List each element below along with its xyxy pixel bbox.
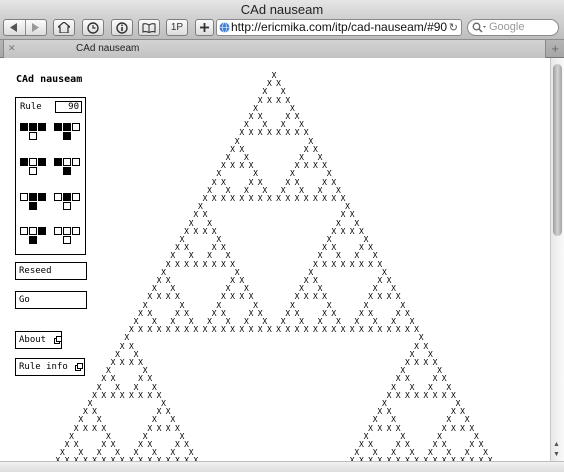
rule-input-cell <box>63 158 71 166</box>
rule-input-cell <box>72 193 80 201</box>
bookmarks-button[interactable] <box>138 19 160 36</box>
go-button[interactable]: Go <box>15 291 87 309</box>
rule-pattern-000[interactable] <box>54 227 82 246</box>
clock-icon <box>87 21 99 34</box>
rule-output-cell <box>63 132 71 140</box>
address-bar[interactable]: http://ericmika.com/itp/cad-nauseam/#90 … <box>216 19 462 36</box>
reseed-label: Reseed <box>19 266 52 276</box>
reseed-button[interactable]: Reseed <box>15 262 87 280</box>
rule-output-cell <box>29 202 37 210</box>
rule-input-cell <box>29 193 37 201</box>
home-icon <box>58 22 70 33</box>
info-button[interactable] <box>111 19 133 36</box>
rule-number-input[interactable]: 90 <box>55 101 82 113</box>
rule-input-cell <box>29 227 37 235</box>
rule-output-cell <box>63 167 71 175</box>
rule-pattern-001[interactable] <box>20 227 48 246</box>
search-field[interactable]: Google <box>467 19 559 36</box>
tab-label: CAd nauseam <box>76 43 140 54</box>
rule-pattern-100[interactable] <box>54 158 82 177</box>
rule-input-cell <box>54 158 62 166</box>
rule-panel: Rule 90 <box>15 97 86 255</box>
rule-output-cell <box>29 132 37 140</box>
rule-input-cell <box>63 123 71 131</box>
nav-buttons <box>3 19 47 36</box>
rule-output-cell <box>63 236 71 244</box>
rule-label: Rule <box>20 102 42 112</box>
rule-input-cell <box>72 123 80 131</box>
rule-input-cell <box>54 123 62 131</box>
close-tab-icon[interactable]: ✕ <box>8 40 16 57</box>
rule-input-cell <box>38 193 46 201</box>
rule-input-cell <box>38 123 46 131</box>
rule-output-cell <box>29 167 37 175</box>
tab-bar: ✕ CAd nauseam + <box>0 39 564 58</box>
browser-toolbar: 1P http://ericmika.com/itp/cad-nauseam/#… <box>0 19 564 39</box>
rule-input-cell <box>29 158 37 166</box>
history-button[interactable] <box>82 19 104 36</box>
rule-input-cell <box>20 227 28 235</box>
page-viewport: XXXXXXXXXXXXXXXXXXXXXXXXXXXXXXXXXXXXXXXX… <box>0 58 550 461</box>
rule-pattern-111[interactable] <box>20 123 48 142</box>
rule-input-cell <box>63 227 71 235</box>
external-link-icon <box>75 362 84 371</box>
rule-pattern-010[interactable] <box>54 193 82 212</box>
forward-arrow-icon <box>31 23 39 32</box>
go-label: Go <box>19 295 30 305</box>
add-bookmark-button[interactable] <box>195 19 214 36</box>
tab-cad-nauseam[interactable]: ✕ CAd nauseam <box>3 40 546 58</box>
search-placeholder: Google <box>489 21 525 33</box>
control-layer: CAd nauseam Rule 90 Reseed Go About Rule… <box>0 58 550 461</box>
rule-input-cell <box>54 193 62 201</box>
globe-icon <box>219 22 230 33</box>
rule-input-cell <box>38 158 46 166</box>
external-link-icon <box>53 335 62 344</box>
rule-pattern-110[interactable] <box>54 123 82 142</box>
scroll-thumb[interactable] <box>553 64 562 236</box>
rule-input-cell <box>54 227 62 235</box>
forward-button[interactable] <box>24 20 47 35</box>
rule-input-cell <box>20 123 28 131</box>
rule-input-cell <box>38 227 46 235</box>
rule-output-cell <box>63 202 71 210</box>
rule-input-cell <box>20 158 28 166</box>
rule-input-cell <box>72 158 80 166</box>
rule-input-cell <box>63 193 71 201</box>
back-button[interactable] <box>4 20 25 35</box>
top-sites-label: 1P <box>170 22 184 33</box>
info-icon <box>116 21 128 34</box>
vertical-scrollbar[interactable]: ▲ ▼ <box>550 58 564 461</box>
about-button[interactable]: About <box>15 331 62 349</box>
rule-input-cell <box>72 227 80 235</box>
scroll-down-icon[interactable]: ▼ <box>553 451 560 458</box>
horizontal-scrollbar[interactable] <box>0 461 564 472</box>
plus-icon <box>200 23 209 32</box>
rule-output-cell <box>29 236 37 244</box>
back-arrow-icon <box>10 23 18 32</box>
rule-input-cell <box>20 193 28 201</box>
rule-input-cell <box>29 123 37 131</box>
scroll-up-icon[interactable]: ▲ <box>553 441 560 448</box>
home-button[interactable] <box>53 19 75 36</box>
window-title: CAd nauseam <box>240 2 324 17</box>
page-title: CAd nauseam <box>16 74 83 85</box>
reload-icon[interactable]: ↻ <box>449 21 458 35</box>
top-sites-button[interactable]: 1P <box>166 19 188 36</box>
rule-info-button[interactable]: Rule info <box>15 358 85 376</box>
rule-pattern-101[interactable] <box>20 158 48 177</box>
new-tab-icon[interactable]: + <box>551 40 559 57</box>
rule-info-label: Rule info <box>19 362 68 372</box>
search-icon <box>472 22 486 33</box>
about-label: About <box>19 335 47 345</box>
url-text: http://ericmika.com/itp/cad-nauseam/#90 <box>231 20 448 34</box>
open-book-icon <box>142 22 156 33</box>
rule-pattern-011[interactable] <box>20 193 48 212</box>
window-title-bar: CAd nauseam <box>0 0 564 19</box>
